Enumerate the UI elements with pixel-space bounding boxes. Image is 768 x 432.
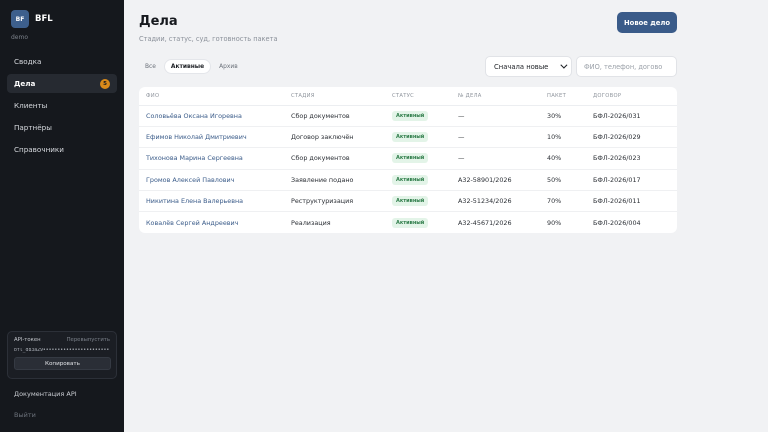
brand[interactable]: BF BFL: [11, 10, 53, 28]
sidebar-item-directories[interactable]: Справочники: [7, 140, 117, 159]
api-token-card: API-токен Перевыпустить bfl_d83a29••••••…: [7, 331, 117, 379]
sidebar-item-label: Справочники: [14, 145, 64, 154]
client-name-link[interactable]: Громов Алексей Павлович: [146, 176, 234, 184]
contract-cell: БФЛ-2026/023: [593, 154, 641, 163]
brand-name: BFL: [35, 14, 53, 24]
page-title: Дела: [139, 14, 178, 29]
copy-token-button[interactable]: Копировать: [14, 357, 111, 370]
case-number-cell: А32-51234/2026: [458, 196, 512, 205]
column-header-stage[interactable]: СТАДИЯ: [291, 93, 392, 99]
package-cell: 50%: [547, 175, 562, 184]
column-header-status[interactable]: СТАТУС: [392, 93, 458, 99]
stage-cell: Сбор документов: [291, 154, 350, 163]
sidebar-item-clients[interactable]: Клиенты: [7, 96, 117, 115]
package-cell: 30%: [547, 112, 562, 121]
package-cell: 70%: [547, 196, 562, 205]
tab-active[interactable]: Активные: [164, 60, 211, 73]
case-number-cell: А32-45671/2026: [458, 218, 512, 227]
case-number-cell: —: [458, 154, 465, 163]
contract-cell: БФЛ-2026/011: [593, 196, 641, 205]
workspace-label: demo: [11, 34, 29, 41]
reissue-token-link[interactable]: Перевыпустить: [67, 337, 110, 343]
sidebar-item-label: Сводка: [14, 57, 42, 66]
column-header-contract[interactable]: ДОГОВОР: [593, 93, 673, 99]
status-badge: Активный: [392, 195, 429, 206]
sidebar-item-summary[interactable]: Сводка: [7, 52, 117, 71]
case-number-cell: А32-58901/2026: [458, 175, 512, 184]
table-row[interactable]: Ковалёв Сергей Андреевич Реализация Акти…: [139, 212, 677, 233]
status-badge: Активный: [392, 111, 429, 122]
package-cell: 90%: [547, 218, 562, 227]
column-header-case-number[interactable]: № ДЕЛА: [458, 93, 547, 99]
sidebar-item-label: Клиенты: [14, 101, 48, 110]
package-cell: 40%: [547, 154, 562, 163]
stage-cell: Сбор документов: [291, 112, 350, 121]
table-row[interactable]: Тихонова Марина Сергеевна Сбор документо…: [139, 148, 677, 170]
contract-cell: БФЛ-2026/029: [593, 133, 641, 142]
table-row[interactable]: Ефимов Николай Дмитриевич Договор заключ…: [139, 127, 677, 149]
api-docs-link[interactable]: Документация API: [14, 390, 77, 398]
logout-link[interactable]: Выйти: [14, 411, 36, 419]
client-name-link[interactable]: Тихонова Марина Сергеевна: [146, 154, 243, 162]
table-header: ФИО СТАДИЯ СТАТУС № ДЕЛА ПАКЕТ ДОГОВОР: [139, 87, 677, 106]
contract-cell: БФЛ-2026/031: [593, 112, 641, 121]
client-name-link[interactable]: Ефимов Николай Дмитриевич: [146, 133, 247, 141]
api-token-value: bfl_d83a29•••••••••••••••••••••••: [14, 348, 110, 353]
sidebar-item-label: Дела: [14, 79, 36, 88]
api-token-label: API-токен: [14, 337, 41, 343]
client-name-link[interactable]: Никитина Елена Валерьевна: [146, 197, 243, 205]
table-row[interactable]: Никитина Елена Валерьевна Реструктуризац…: [139, 191, 677, 212]
sidebar-item-partners[interactable]: Партнёры: [7, 118, 117, 137]
tab-archive[interactable]: Архив: [213, 60, 244, 73]
filter-tabs: Все Активные Архив: [139, 60, 247, 73]
new-case-button[interactable]: Новое дело: [617, 12, 677, 33]
sidebar-item-label: Партнёры: [14, 123, 52, 132]
table-row[interactable]: Соловьёва Оксана Игоревна Сбор документо…: [139, 106, 677, 128]
case-number-cell: —: [458, 133, 465, 142]
status-badge: Активный: [392, 153, 429, 164]
stage-cell: Заявление подано: [291, 175, 354, 184]
case-number-cell: —: [458, 112, 465, 121]
status-badge: Активный: [392, 132, 429, 143]
sort-value: Сначала новые: [494, 62, 549, 71]
sort-select[interactable]: Сначала новые: [485, 56, 572, 77]
client-name-link[interactable]: Ковалёв Сергей Андреевич: [146, 219, 238, 227]
sidebar-item-cases[interactable]: Дела 5: [7, 74, 117, 93]
contract-cell: БФЛ-2026/017: [593, 175, 641, 184]
chevron-down-icon: [560, 61, 568, 69]
package-cell: 10%: [547, 133, 562, 142]
table-row[interactable]: Громов Алексей Павлович Заявление подано…: [139, 170, 677, 191]
page-subtitle: Стадии, статус, суд, готовность пакета: [139, 35, 278, 43]
column-header-package[interactable]: ПАКЕТ: [547, 93, 593, 99]
sidebar: BF BFL demo Сводка Дела 5 Клиенты Партнё…: [0, 0, 124, 432]
contract-cell: БФЛ-2026/004: [593, 218, 641, 227]
status-badge: Активный: [392, 217, 429, 228]
stage-cell: Реализация: [291, 218, 331, 227]
tab-all[interactable]: Все: [139, 60, 162, 73]
column-header-name[interactable]: ФИО: [139, 93, 291, 99]
logo-icon: BF: [11, 10, 29, 28]
client-name-link[interactable]: Соловьёва Оксана Игоревна: [146, 112, 242, 120]
status-badge: Активный: [392, 174, 429, 185]
cases-table: ФИО СТАДИЯ СТАТУС № ДЕЛА ПАКЕТ ДОГОВОР С…: [139, 87, 677, 233]
sidebar-nav: Сводка Дела 5 Клиенты Партнёры Справочни…: [7, 52, 117, 162]
stage-cell: Договор заключён: [291, 133, 354, 142]
stage-cell: Реструктуризация: [291, 196, 354, 205]
search-input[interactable]: [576, 56, 677, 77]
count-badge: 5: [100, 78, 110, 89]
